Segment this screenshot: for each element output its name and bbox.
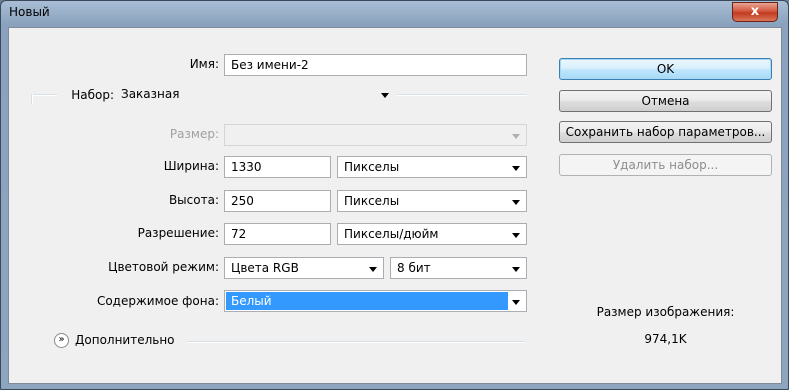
preset-dropdown[interactable]: Заказная (115, 84, 393, 106)
save-preset-button[interactable]: Сохранить набор параметров... (559, 121, 772, 143)
height-unit-dropdown[interactable]: Пикселы (337, 190, 527, 212)
close-icon: x (750, 4, 760, 19)
new-document-dialog: Новый x Имя: Без имени-2 Набор: Заказная… (0, 0, 789, 390)
color-mode-value: Цвета RGB (231, 261, 299, 275)
dialog-title: Новый (9, 5, 50, 19)
image-size-label: Размер изображения: (596, 305, 735, 319)
preset-group-line-right (397, 94, 527, 96)
chevron-down-icon (512, 300, 520, 305)
height-input[interactable]: 250 (224, 190, 331, 212)
size-label: Размер: (169, 127, 219, 141)
chevron-down-icon (512, 166, 520, 171)
chevron-down-icon (512, 134, 520, 139)
chevron-down-icon (512, 267, 520, 272)
preset-label: Набор: (71, 88, 114, 102)
background-label: Содержимое фона: (96, 294, 219, 308)
chevron-down-icon (369, 267, 377, 272)
preset-value: Заказная (121, 87, 180, 101)
width-unit-dropdown[interactable]: Пикселы (337, 156, 527, 178)
bit-depth-dropdown[interactable]: 8 бит (390, 257, 527, 279)
delete-preset-button[interactable]: Удалить набор... (559, 154, 772, 176)
width-input[interactable]: 1330 (224, 156, 331, 178)
name-label: Имя: (189, 57, 219, 71)
close-button[interactable]: x (732, 2, 778, 22)
width-unit-value: Пикселы (344, 160, 400, 174)
advanced-divider (187, 341, 525, 343)
color-mode-label: Цветовой режим: (108, 260, 219, 274)
preset-group-line-left (31, 94, 57, 96)
advanced-label[interactable]: Дополнительно (75, 333, 175, 347)
color-mode-dropdown[interactable]: Цвета RGB (224, 257, 384, 279)
background-value: Белый (226, 292, 508, 310)
chevron-down-icon (381, 93, 389, 98)
title-bar[interactable]: Новый x (1, 1, 788, 27)
height-unit-value: Пикселы (344, 194, 400, 208)
double-chevron-down-icon: » (58, 334, 65, 345)
chevron-down-icon (512, 233, 520, 238)
height-label: Высота: (168, 193, 219, 207)
resolution-input[interactable]: 72 (224, 223, 331, 245)
width-label: Ширина: (163, 159, 219, 173)
preset-group-line-vertical (31, 94, 33, 104)
advanced-expand-button[interactable]: » (54, 333, 69, 348)
cancel-button[interactable]: Отмена (559, 90, 772, 112)
resolution-unit-dropdown[interactable]: Пикселы/дюйм (337, 223, 527, 245)
name-input[interactable]: Без имени-2 (224, 54, 527, 76)
chevron-down-icon (512, 200, 520, 205)
image-size-value: 974,1K (644, 332, 687, 346)
bit-depth-value: 8 бит (397, 261, 431, 275)
resolution-label: Разрешение: (137, 226, 219, 240)
size-dropdown[interactable] (224, 124, 527, 146)
background-dropdown[interactable]: Белый (224, 290, 527, 312)
ok-button[interactable]: OK (559, 58, 772, 80)
dialog-body: Имя: Без имени-2 Набор: Заказная Размер:… (8, 27, 782, 384)
resolution-unit-value: Пикселы/дюйм (344, 227, 439, 241)
